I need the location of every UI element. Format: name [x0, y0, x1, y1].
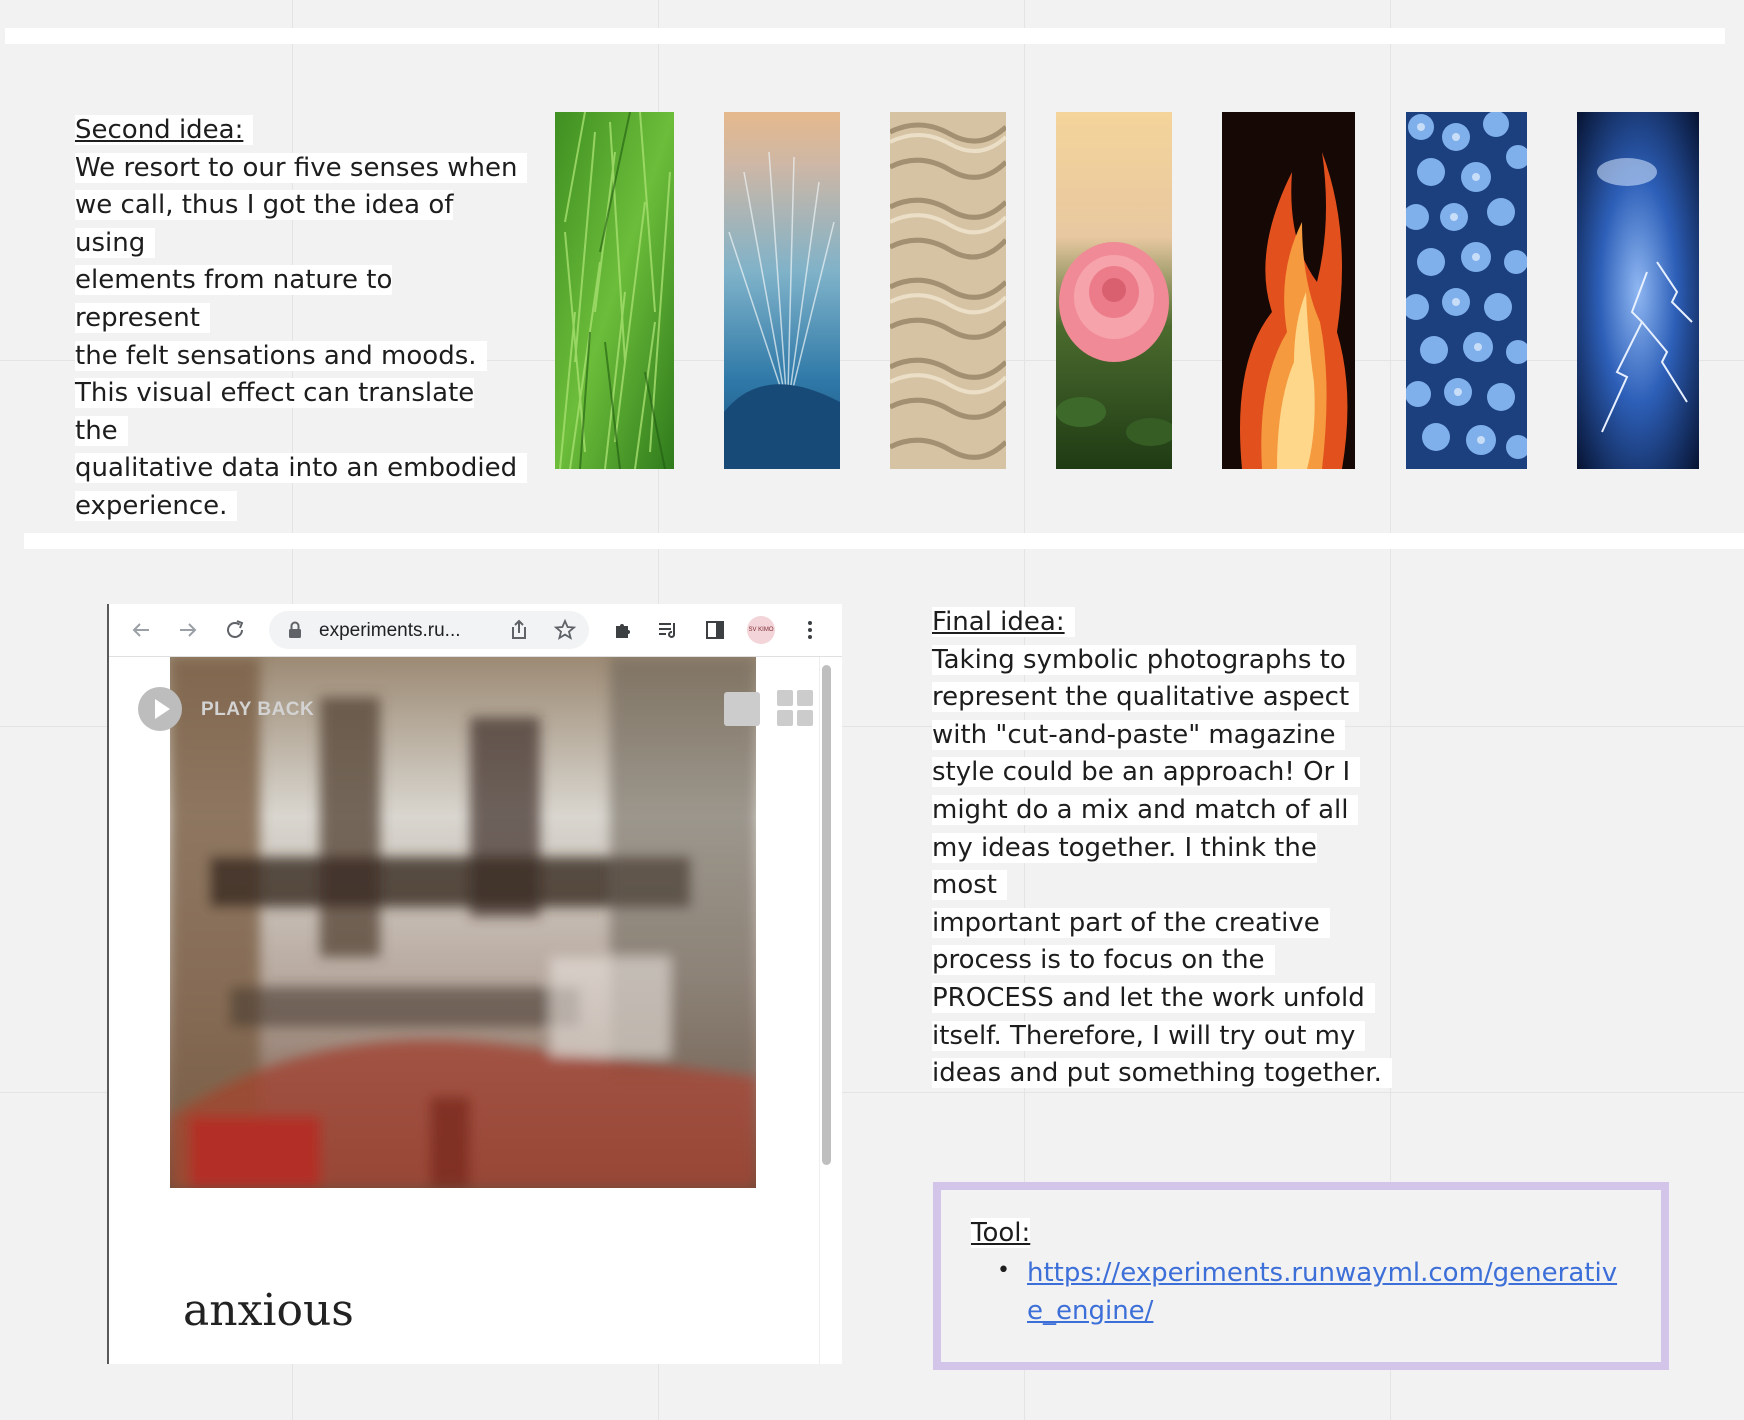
browser-window: experiments.ru... SV KIMO PLAY BACK anxi…	[107, 604, 842, 1364]
avatar[interactable]: SV KIMO	[747, 616, 775, 644]
url-text: experiments.ru...	[319, 620, 461, 641]
page-content: PLAY BACK anxious	[109, 657, 842, 1364]
note-line: important part of the creative	[932, 905, 1392, 943]
note-line: represent the qualitative aspect	[932, 679, 1392, 717]
grass-image[interactable]	[555, 112, 674, 469]
forward-arrow-icon[interactable]	[174, 616, 202, 644]
note-line: Taking symbolic photographs to	[932, 642, 1392, 680]
play-back-button[interactable]	[138, 687, 182, 731]
note-line: elements from nature to represent	[75, 265, 393, 333]
pink-rose-image[interactable]	[1056, 112, 1172, 469]
fire-image[interactable]	[1222, 112, 1355, 469]
generated-image	[170, 657, 756, 1188]
tool-heading: Tool:	[971, 1218, 1031, 1248]
note-line: itself. Therefore, I will try out my	[932, 1018, 1392, 1056]
note-line: we call, thus I got the idea of using	[75, 190, 454, 258]
reload-icon[interactable]	[221, 616, 249, 644]
final-idea-note: Final idea: Taking symbolic photographs …	[932, 604, 1392, 1093]
note-line: with "cut-and-paste" magazine	[932, 717, 1392, 755]
note-line: experience.	[75, 488, 535, 526]
sand-ripples-image[interactable]	[890, 112, 1006, 469]
tool-box: Tool: • https://experiments.runwayml.com…	[933, 1182, 1669, 1370]
note-line: might do a mix and match of all	[932, 792, 1392, 830]
blue-hydrangeas-image[interactable]	[1406, 112, 1527, 469]
single-view-icon[interactable]	[724, 692, 760, 726]
mood-word: anxious	[183, 1285, 354, 1336]
tool-link[interactable]: https://experiments.runwayml.com/generat…	[1027, 1254, 1627, 1330]
browser-toolbar: experiments.ru... SV KIMO	[109, 604, 842, 657]
scrollbar[interactable]	[822, 665, 831, 1165]
lock-icon	[281, 616, 309, 644]
second-idea-heading: Second idea:	[75, 112, 535, 150]
final-idea-heading: Final idea:	[932, 604, 1392, 642]
bullet-icon: •	[997, 1258, 1010, 1283]
note-line: qualitative data into an embodied	[75, 450, 535, 488]
reading-list-icon[interactable]	[654, 616, 682, 644]
note-line: ideas and put something together.	[932, 1055, 1392, 1093]
second-idea-note: Second idea: We resort to our five sense…	[75, 112, 535, 526]
extensions-icon[interactable]	[609, 616, 637, 644]
back-arrow-icon[interactable]	[127, 616, 155, 644]
lightning-storm-image[interactable]	[1577, 112, 1699, 469]
share-icon[interactable]	[505, 616, 533, 644]
address-bar[interactable]: experiments.ru...	[269, 611, 589, 649]
note-line: PROCESS and let the work unfold	[932, 980, 1392, 1018]
star-icon[interactable]	[551, 616, 579, 644]
menu-dots-icon[interactable]	[796, 616, 824, 644]
note-line: This visual effect can translate the	[75, 378, 475, 446]
note-line: style could be an approach! Or I	[932, 754, 1392, 792]
ocean-wave-image[interactable]	[724, 112, 840, 469]
scroll-track	[819, 657, 820, 1364]
divider-band-top	[5, 28, 1725, 44]
grid-view-icon[interactable]	[777, 690, 813, 726]
note-line: process is to focus on the	[932, 942, 1392, 980]
note-line: We resort to our five senses when	[75, 150, 535, 188]
note-line: my ideas together. I think the most	[932, 832, 1317, 901]
divider-band-middle	[24, 533, 1744, 549]
side-panel-icon[interactable]	[701, 616, 729, 644]
play-back-label[interactable]: PLAY BACK	[201, 699, 314, 721]
note-line: the felt sensations and moods.	[75, 338, 535, 376]
